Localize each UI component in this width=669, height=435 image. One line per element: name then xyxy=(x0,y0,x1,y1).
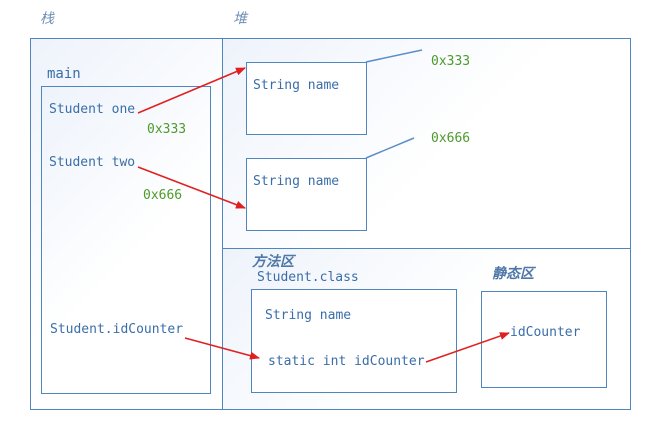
class-box xyxy=(251,289,457,393)
id-counter-ref: Student.idCounter xyxy=(50,322,184,337)
address-0x666-near: 0x666 xyxy=(143,188,183,203)
heap-object-1-field: String name xyxy=(253,78,340,93)
method-area-title: 方法区 xyxy=(252,254,294,270)
address-0x333-near: 0x333 xyxy=(147,122,187,137)
class-static-field: static int idCounter xyxy=(268,354,425,369)
static-area-title: 静态区 xyxy=(492,266,534,282)
stack-title: 栈 xyxy=(40,11,54,27)
static-id-counter: idCounter xyxy=(510,325,581,340)
class-field: String name xyxy=(265,308,352,323)
student-two-var: Student two xyxy=(49,155,136,170)
student-one-var: Student one xyxy=(49,102,136,117)
address-0x666-far: 0x666 xyxy=(431,131,471,146)
main-frame-title: main xyxy=(47,66,81,82)
heap-title: 堆 xyxy=(233,11,247,27)
address-0x333-far: 0x333 xyxy=(431,54,471,69)
heap-object-1 xyxy=(246,62,367,135)
class-title: Student.class xyxy=(257,270,359,285)
heap-object-2-field: String name xyxy=(253,174,340,189)
heap-object-2 xyxy=(246,158,367,231)
